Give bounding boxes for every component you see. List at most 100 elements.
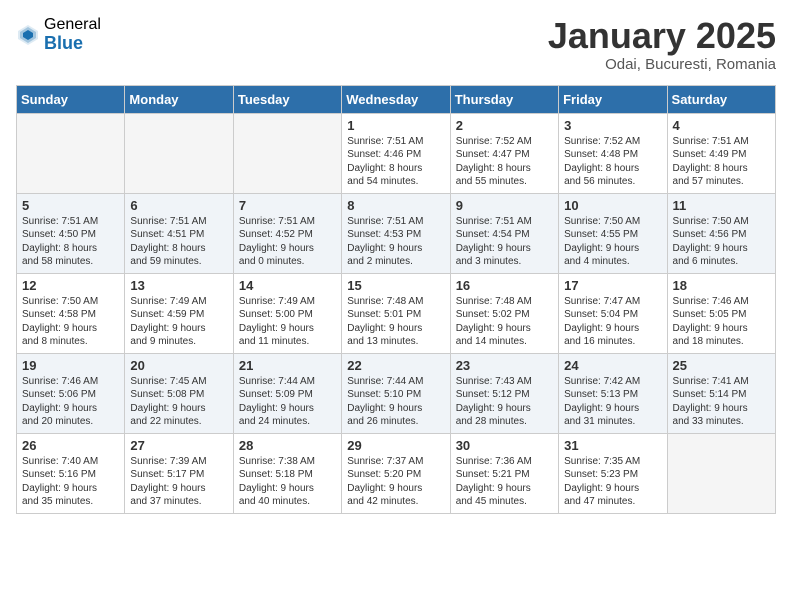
day-number: 15 (347, 278, 444, 293)
day-info: Sunrise: 7:37 AMSunset: 5:20 PMDaylight:… (347, 455, 444, 509)
calendar-day-cell: 18Sunrise: 7:46 AMSunset: 5:05 PMDayligh… (667, 273, 775, 353)
day-info: Sunrise: 7:50 AMSunset: 4:58 PMDaylight:… (22, 295, 119, 349)
day-number: 19 (22, 358, 119, 373)
day-number: 20 (130, 358, 227, 373)
weekday-header-tuesday: Tuesday (233, 85, 341, 113)
calendar-day-cell: 14 Sunrise: 7:49 AMSunset: 5:00 PMDayligh… (233, 273, 341, 353)
day-info: Sunrise: 7:46 AMSunset: 5:05 PMDaylight:… (673, 295, 770, 349)
weekday-header-wednesday: Wednesday (342, 85, 450, 113)
weekday-header-monday: Monday (125, 85, 233, 113)
day-number: 2 (456, 118, 553, 133)
calendar-day-cell: 22Sunrise: 7:44 AMSunset: 5:10 PMDayligh… (342, 353, 450, 433)
page-header: General Blue January 2025 Odai, Bucurest… (16, 16, 776, 73)
day-info: Sunrise: 7:36 AMSunset: 5:21 PMDaylight:… (456, 455, 553, 509)
calendar-day-cell: 30Sunrise: 7:36 AMSunset: 5:21 PMDayligh… (450, 433, 558, 513)
day-number: 7 (239, 198, 336, 213)
day-number: 8 (347, 198, 444, 213)
day-info: Sunrise: 7:48 AMSunset: 5:01 PMDaylight:… (347, 295, 444, 349)
calendar-day-cell: 25Sunrise: 7:41 AMSunset: 5:14 PMDayligh… (667, 353, 775, 433)
calendar-day-cell: 2 Sunrise: 7:52 AMSunset: 4:47 PMDaylight… (450, 113, 558, 193)
day-info: Sunrise: 7:51 AMSunset: 4:51 PMDaylight:… (130, 215, 227, 269)
day-number: 11 (673, 198, 770, 213)
calendar-day-cell: 27Sunrise: 7:39 AMSunset: 5:17 PMDayligh… (125, 433, 233, 513)
day-info: Sunrise: 7:51 AMSunset: 4:54 PMDaylight:… (456, 215, 553, 269)
calendar-table: SundayMondayTuesdayWednesdayThursdayFrid… (16, 85, 776, 514)
day-number: 24 (564, 358, 661, 373)
calendar-week-row: 26Sunrise: 7:40 AMSunset: 5:16 PMDayligh… (17, 433, 776, 513)
day-info: Sunrise: 7:43 AMSunset: 5:12 PMDaylight:… (456, 375, 553, 429)
calendar-day-cell: 16 Sunrise: 7:48 AMSunset: 5:02 PMDayligh… (450, 273, 558, 353)
calendar-day-cell: 17Sunrise: 7:47 AMSunset: 5:04 PMDayligh… (559, 273, 667, 353)
day-number: 31 (564, 438, 661, 453)
day-number: 29 (347, 438, 444, 453)
logo-blue: Blue (44, 34, 101, 54)
day-info: Sunrise: 7:48 AMSunset: 5:02 PMDaylight:… (456, 295, 553, 349)
day-info: Sunrise: 7:50 AMSunset: 4:55 PMDaylight:… (564, 215, 661, 269)
calendar-day-cell (125, 113, 233, 193)
title-block: January 2025 Odai, Bucuresti, Romania (548, 16, 776, 73)
day-info: Sunrise: 7:35 AMSunset: 5:23 PMDaylight:… (564, 455, 661, 509)
calendar-day-cell: 24 Sunrise: 7:42 AMSunset: 5:13 PMDayligh… (559, 353, 667, 433)
day-info: Sunrise: 7:38 AMSunset: 5:18 PMDaylight:… (239, 455, 336, 509)
calendar-day-cell: 1 Sunrise: 7:51 AMSunset: 4:46 PMDaylight… (342, 113, 450, 193)
day-number: 23 (456, 358, 553, 373)
day-number: 12 (22, 278, 119, 293)
calendar-day-cell: 15 Sunrise: 7:48 AMSunset: 5:01 PMDayligh… (342, 273, 450, 353)
calendar-day-cell: 9Sunrise: 7:51 AMSunset: 4:54 PMDaylight… (450, 193, 558, 273)
calendar-day-cell: 23 Sunrise: 7:43 AMSunset: 5:12 PMDayligh… (450, 353, 558, 433)
day-number: 10 (564, 198, 661, 213)
day-number: 17 (564, 278, 661, 293)
day-number: 1 (347, 118, 444, 133)
weekday-header-saturday: Saturday (667, 85, 775, 113)
day-number: 21 (239, 358, 336, 373)
calendar-day-cell: 5 Sunrise: 7:51 AMSunset: 4:50 PMDaylight… (17, 193, 125, 273)
calendar-day-cell: 28 Sunrise: 7:38 AMSunset: 5:18 PMDayligh… (233, 433, 341, 513)
calendar-day-cell: 31 Sunrise: 7:35 AMSunset: 5:23 PMDayligh… (559, 433, 667, 513)
month-title: January 2025 (548, 16, 776, 56)
calendar-day-cell: 8 Sunrise: 7:51 AMSunset: 4:53 PMDaylight… (342, 193, 450, 273)
logo-text: General Blue (44, 16, 101, 53)
day-info: Sunrise: 7:49 AMSunset: 5:00 PMDaylight:… (239, 295, 336, 349)
weekday-header-friday: Friday (559, 85, 667, 113)
day-number: 26 (22, 438, 119, 453)
day-info: Sunrise: 7:41 AMSunset: 5:14 PMDaylight:… (673, 375, 770, 429)
day-number: 28 (239, 438, 336, 453)
calendar-day-cell: 19 Sunrise: 7:46 AMSunset: 5:06 PMDayligh… (17, 353, 125, 433)
calendar-day-cell: 12 Sunrise: 7:50 AMSunset: 4:58 PMDayligh… (17, 273, 125, 353)
day-info: Sunrise: 7:51 AMSunset: 4:50 PMDaylight:… (22, 215, 119, 269)
calendar-week-row: 12 Sunrise: 7:50 AMSunset: 4:58 PMDayligh… (17, 273, 776, 353)
location-title: Odai, Bucuresti, Romania (548, 56, 776, 73)
day-info: Sunrise: 7:51 AMSunset: 4:53 PMDaylight:… (347, 215, 444, 269)
day-info: Sunrise: 7:51 AMSunset: 4:52 PMDaylight:… (239, 215, 336, 269)
day-info: Sunrise: 7:50 AMSunset: 4:56 PMDaylight:… (673, 215, 770, 269)
day-info: Sunrise: 7:46 AMSunset: 5:06 PMDaylight:… (22, 375, 119, 429)
logo: General Blue (16, 16, 101, 53)
calendar-day-cell: 3Sunrise: 7:52 AMSunset: 4:48 PMDaylight… (559, 113, 667, 193)
calendar-day-cell: 21Sunrise: 7:44 AMSunset: 5:09 PMDayligh… (233, 353, 341, 433)
day-number: 6 (130, 198, 227, 213)
calendar-day-cell (17, 113, 125, 193)
day-info: Sunrise: 7:51 AMSunset: 4:49 PMDaylight:… (673, 135, 770, 189)
day-number: 16 (456, 278, 553, 293)
calendar-day-cell: 11 Sunrise: 7:50 AMSunset: 4:56 PMDayligh… (667, 193, 775, 273)
day-number: 27 (130, 438, 227, 453)
calendar-day-cell: 6 Sunrise: 7:51 AMSunset: 4:51 PMDaylight… (125, 193, 233, 273)
day-info: Sunrise: 7:45 AMSunset: 5:08 PMDaylight:… (130, 375, 227, 429)
day-info: Sunrise: 7:49 AMSunset: 4:59 PMDaylight:… (130, 295, 227, 349)
calendar-day-cell: 26Sunrise: 7:40 AMSunset: 5:16 PMDayligh… (17, 433, 125, 513)
weekday-header-sunday: Sunday (17, 85, 125, 113)
logo-icon (16, 23, 40, 47)
day-info: Sunrise: 7:52 AMSunset: 4:47 PMDaylight:… (456, 135, 553, 189)
calendar-week-row: 1 Sunrise: 7:51 AMSunset: 4:46 PMDaylight… (17, 113, 776, 193)
weekday-header-thursday: Thursday (450, 85, 558, 113)
calendar-day-cell: 29 Sunrise: 7:37 AMSunset: 5:20 PMDayligh… (342, 433, 450, 513)
calendar-week-row: 5 Sunrise: 7:51 AMSunset: 4:50 PMDaylight… (17, 193, 776, 273)
day-number: 14 (239, 278, 336, 293)
weekday-header-row: SundayMondayTuesdayWednesdayThursdayFrid… (17, 85, 776, 113)
day-info: Sunrise: 7:44 AMSunset: 5:10 PMDaylight:… (347, 375, 444, 429)
day-info: Sunrise: 7:42 AMSunset: 5:13 PMDaylight:… (564, 375, 661, 429)
day-info: Sunrise: 7:52 AMSunset: 4:48 PMDaylight:… (564, 135, 661, 189)
day-info: Sunrise: 7:51 AMSunset: 4:46 PMDaylight:… (347, 135, 444, 189)
calendar-day-cell: 7 Sunrise: 7:51 AMSunset: 4:52 PMDaylight… (233, 193, 341, 273)
day-number: 5 (22, 198, 119, 213)
